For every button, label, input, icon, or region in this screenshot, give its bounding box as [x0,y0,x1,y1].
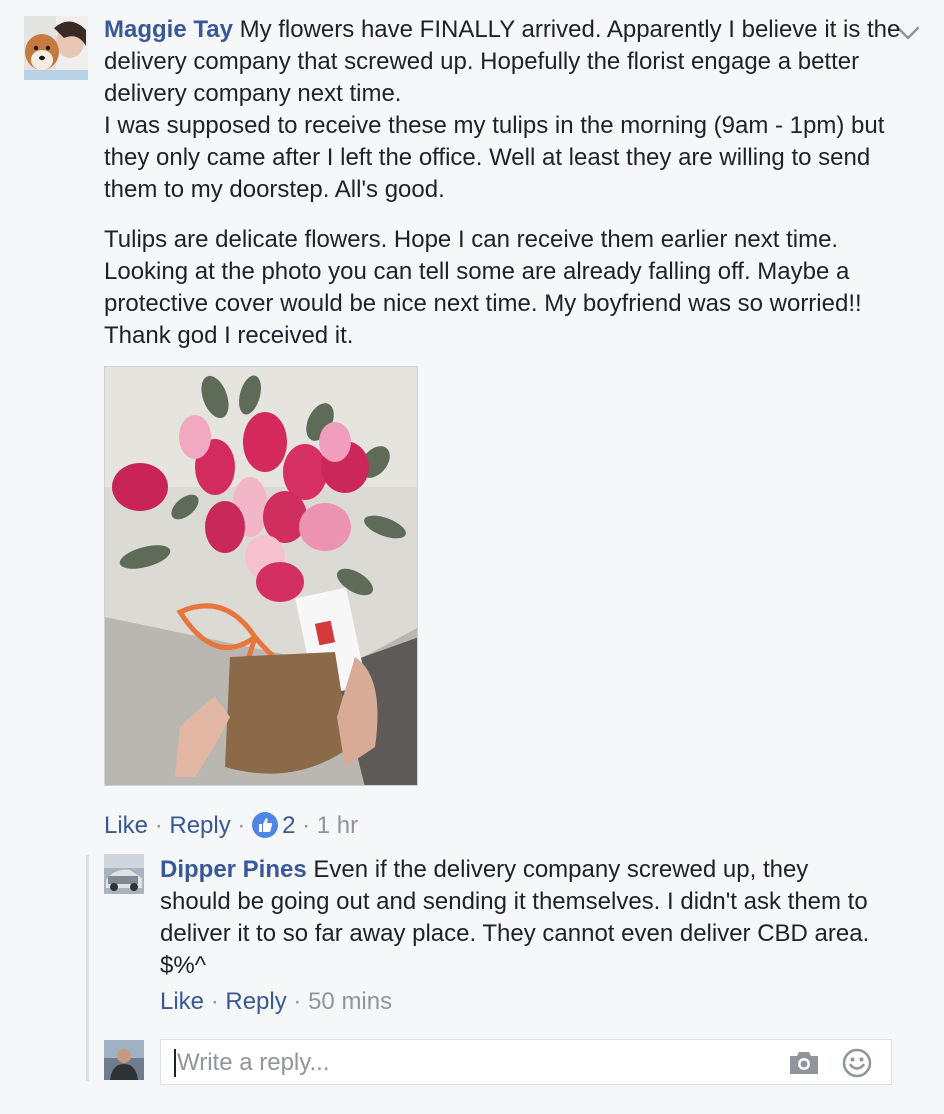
separator: · [210,988,219,1015]
avatar[interactable] [104,854,144,894]
reply-thread-line [86,855,89,1081]
reply-author-link[interactable]: Dipper Pines [160,856,307,883]
separator: · [302,812,311,839]
reply-link[interactable]: Reply [225,988,286,1015]
reaction-count[interactable]: 2 [282,812,295,839]
reply-link[interactable]: Reply [169,812,230,839]
comment-paragraph: Tulips are delicate flowers. Hope I can … [104,226,862,349]
reply-timestamp[interactable]: 50 mins [308,988,392,1015]
like-link[interactable]: Like [160,988,204,1015]
attached-photo[interactable] [104,366,418,786]
thumbs-up-icon[interactable] [252,812,279,838]
separator: · [293,988,302,1015]
separator: · [154,812,163,839]
reply-input[interactable]: Write a reply... [160,1039,892,1085]
comment-paragraph: Maggie Tay My flowers have FINALLY arriv… [104,14,904,110]
smile-icon[interactable] [841,1047,873,1079]
reply-body: Dipper Pines Even if the delivery compan… [160,854,880,982]
avatar [104,1040,144,1080]
comment-actions: Like · Reply · 2 · 1 hr [104,810,358,842]
reply-paragraph: Dipper Pines Even if the delivery compan… [160,854,880,982]
avatar[interactable] [24,16,88,80]
text-cursor [174,1049,176,1077]
comment-paragraph: I was supposed to receive these my tulip… [104,112,885,203]
reply-actions: Like · Reply · 50 mins [160,986,392,1018]
comment-body: Maggie Tay My flowers have FINALLY arriv… [104,14,904,352]
comment-timestamp[interactable]: 1 hr [317,812,358,839]
like-link[interactable]: Like [104,812,148,839]
comment-author-link[interactable]: Maggie Tay [104,16,233,43]
camera-icon[interactable] [787,1049,821,1077]
separator: · [237,812,246,839]
reply-placeholder: Write a reply... [177,1049,330,1076]
